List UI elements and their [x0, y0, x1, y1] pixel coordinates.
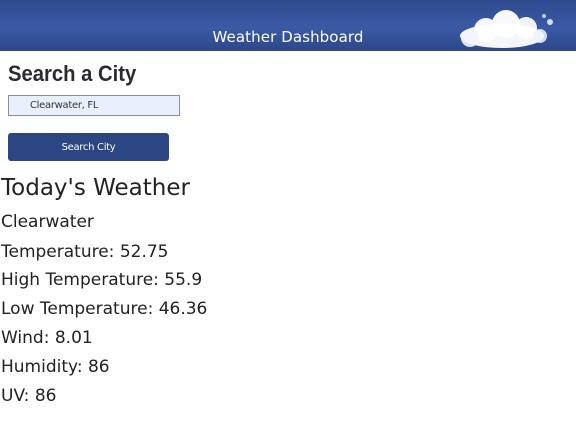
todays-weather-heading: Today's Weather: [1, 175, 190, 201]
page-title: Weather Dashboard: [212, 28, 364, 46]
city-name: Clearwater: [1, 212, 94, 232]
temperature-text: Temperature: 52.75: [1, 242, 169, 262]
city-search-input[interactable]: [8, 95, 180, 116]
search-city-button[interactable]: Search City: [8, 133, 169, 161]
search-heading: Search a City: [8, 61, 137, 86]
high-temperature-text: High Temperature: 55.9: [1, 270, 203, 290]
humidity-text: Humidity: 86: [1, 357, 110, 377]
app-header: Weather Dashboard: [0, 0, 576, 51]
uv-text: UV: 86: [1, 386, 57, 406]
low-temperature-text: Low Temperature: 46.36: [1, 299, 208, 319]
wind-text: Wind: 8.01: [1, 328, 93, 348]
